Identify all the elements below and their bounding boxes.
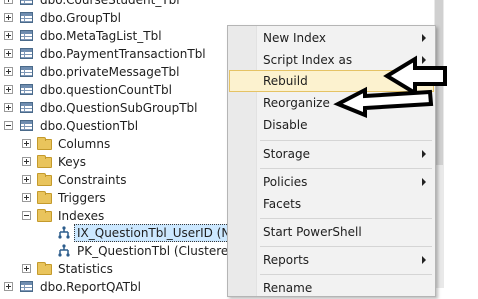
annotation-arrow-reorganize-icon [333, 86, 434, 118]
annotation-arrow-rebuild-icon [383, 55, 447, 97]
annotation-arrows [333, 55, 447, 118]
